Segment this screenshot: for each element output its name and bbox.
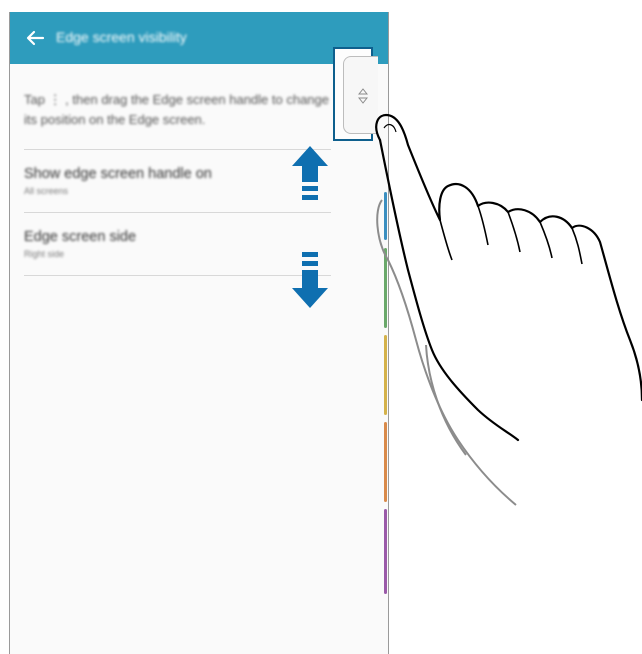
setting-edge-screen-side[interactable]: Edge screen side Right side (24, 229, 334, 259)
setting-value: All screens (24, 186, 69, 196)
edge-screen-handle-highlight (333, 47, 378, 141)
up-down-arrows-icon (358, 88, 368, 104)
divider (24, 149, 331, 150)
description-text: Tap ⋮ , then drag the Edge screen handle… (24, 92, 329, 127)
arrow-down-icon (292, 252, 328, 308)
divider (24, 275, 331, 276)
setting-title: Show edge screen handle on (24, 166, 212, 182)
pointing-hand-icon (375, 113, 642, 506)
arrow-left-icon[interactable] (22, 25, 48, 51)
phone-screen: Edge screen visibility Tap ⋮ , then drag… (9, 12, 389, 654)
setting-title: Edge screen side (24, 229, 137, 245)
setting-show-edge-handle[interactable]: Show edge screen handle on All screens (24, 166, 334, 196)
app-bar: Edge screen visibility (10, 12, 388, 64)
page-title: Edge screen visibility (56, 29, 187, 45)
arrow-up-icon (292, 146, 328, 200)
divider (24, 212, 331, 213)
setting-value: Right side (24, 249, 65, 259)
